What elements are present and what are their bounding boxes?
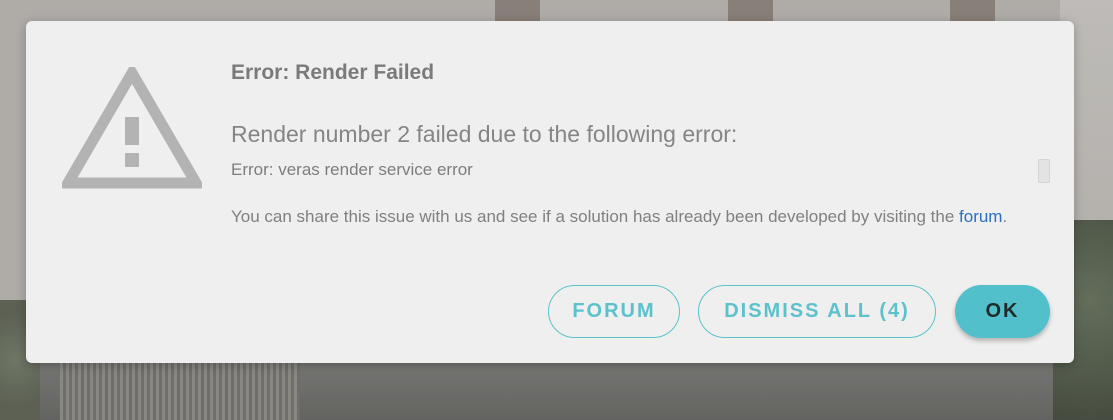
dialog-title: Error: Render Failed — [231, 61, 435, 84]
warning-triangle-icon — [62, 67, 202, 189]
error-message-heading: Render number 2 failed due to the follow… — [231, 121, 738, 147]
forum-link[interactable]: forum — [959, 207, 1002, 226]
scrollbar-handle[interactable] — [1038, 159, 1050, 183]
ok-button[interactable]: OK — [955, 285, 1050, 338]
share-text-before: You can share this issue with us and see… — [231, 207, 960, 226]
forum-button[interactable]: FORUM — [548, 285, 680, 338]
error-detail-text: Error: veras render service error — [231, 160, 473, 179]
share-text-after: . — [1002, 207, 1008, 226]
dismiss-all-button[interactable]: DISMISS ALL (4) — [698, 285, 936, 338]
error-dialog: Error: Render Failed Render number 2 fai… — [26, 21, 1074, 363]
share-issue-text: You can share this issue with us and see… — [231, 207, 1007, 227]
